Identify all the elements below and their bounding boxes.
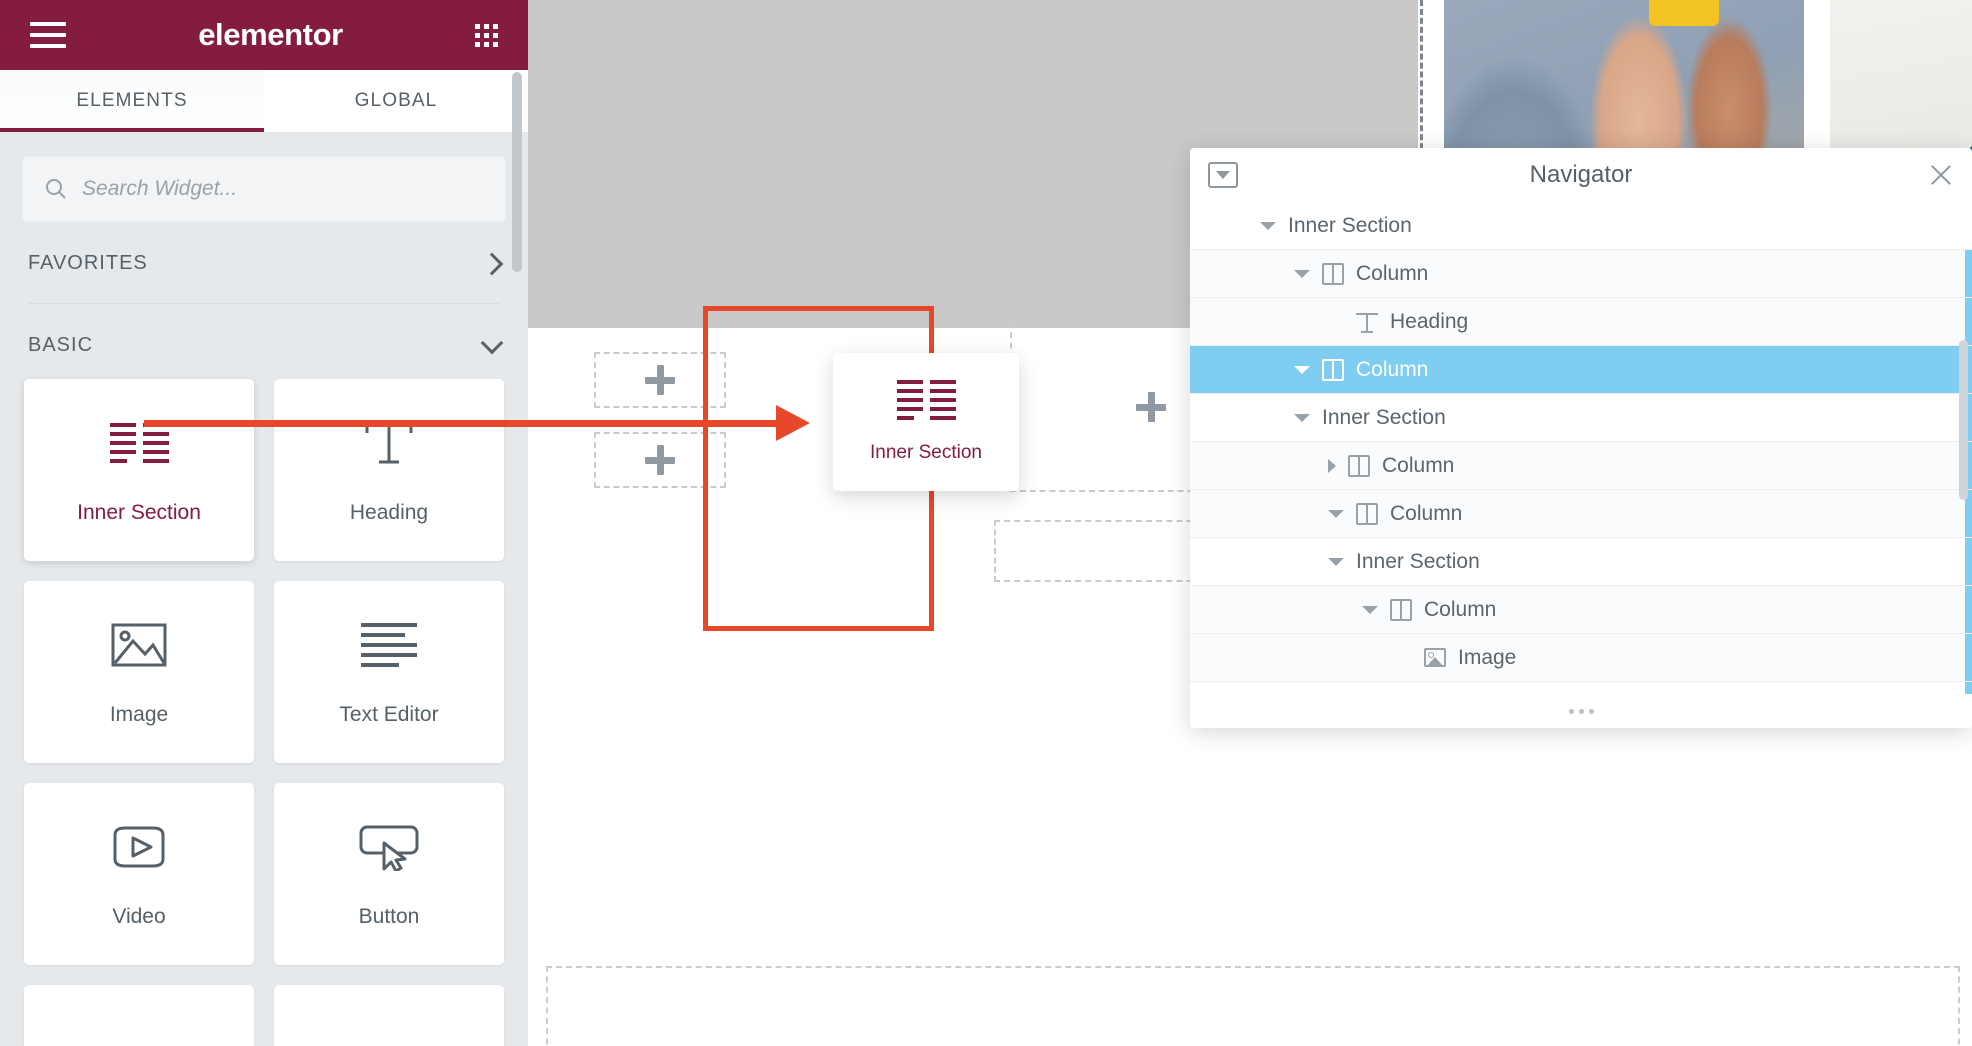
plus-icon [1136, 392, 1166, 422]
widget-label-button: Button [358, 905, 420, 928]
image-icon [1424, 648, 1446, 667]
navigator-row-label: Column [1382, 453, 1455, 477]
navigator-scrollbar[interactable] [1959, 340, 1968, 500]
widget-card-inner-section[interactable]: Inner Section [24, 379, 254, 561]
tab-global[interactable]: GLOBAL [264, 70, 528, 132]
navigator-panel: Navigator Inner Section Column Heading Colu… [1190, 148, 1972, 728]
search-widget-box[interactable] [22, 156, 506, 222]
column-icon [1356, 502, 1378, 525]
search-input[interactable] [82, 177, 484, 201]
resize-dots-icon [1568, 708, 1594, 714]
dock-toggle-icon[interactable] [1208, 162, 1238, 188]
navigator-row[interactable]: Heading [1190, 298, 1972, 346]
navigator-row-label: Heading [1390, 309, 1469, 333]
plus-icon [645, 445, 675, 475]
video-icon [109, 819, 169, 875]
navigator-row[interactable]: Column [1190, 490, 1972, 538]
search-icon [46, 179, 66, 199]
widget-card-video[interactable]: Video [24, 783, 254, 965]
panel-tabs: ELEMENTS GLOBAL [0, 70, 528, 132]
drag-ghost-inner-section[interactable]: Inner Section [833, 353, 1019, 491]
caret-down-icon[interactable] [1260, 221, 1276, 230]
navigator-row[interactable]: Column [1190, 586, 1972, 634]
text-editor-icon [361, 617, 417, 673]
caret-down-icon[interactable] [1294, 413, 1310, 422]
navigator-title: Navigator [1529, 161, 1633, 188]
widget-label-heading: Heading [349, 501, 429, 524]
navigator-row[interactable]: Inner Section [1190, 394, 1972, 442]
widget-card-image[interactable]: Image [24, 581, 254, 763]
caret-down-icon[interactable] [1294, 365, 1310, 374]
caret-down-icon[interactable] [1328, 509, 1344, 518]
navigator-row-label: Inner Section [1356, 549, 1480, 573]
heading-icon [1356, 311, 1378, 333]
elementor-logo: elementor [198, 17, 343, 52]
category-basic-label: BASIC [28, 334, 94, 356]
inner-section-icon [896, 380, 956, 420]
widget-label-text-editor: Text Editor [339, 703, 439, 726]
navigator-row-label: Inner Section [1390, 694, 1514, 695]
caret-right-icon[interactable] [1328, 458, 1336, 473]
navigator-row-label: Column [1390, 501, 1463, 525]
navigator-row[interactable]: Column [1190, 346, 1972, 394]
annotation-arrow-tail [144, 420, 784, 427]
column-icon [1348, 454, 1370, 477]
widget-label-image: Image [109, 703, 169, 726]
widget-card-partial-left[interactable] [24, 985, 254, 1046]
chevron-right-icon [480, 252, 504, 275]
caret-down-icon[interactable] [1294, 269, 1310, 278]
widget-card-heading[interactable]: Heading [274, 379, 504, 561]
navigator-row-edge-indicator [1965, 298, 1972, 345]
button-icon [358, 819, 420, 875]
widget-card-partial-right[interactable] [274, 985, 504, 1046]
panel-body: FAVORITES BASIC Inner S [0, 132, 528, 1046]
chevron-down-icon [480, 331, 504, 354]
navigator-row-label: Column [1356, 357, 1429, 381]
navigator-header: Navigator [1190, 148, 1972, 202]
canvas-bottom-section[interactable] [546, 966, 1960, 1046]
widget-card-button[interactable]: Button [274, 783, 504, 965]
widget-label-video: Video [112, 905, 166, 928]
navigator-row[interactable]: Column [1190, 250, 1972, 298]
category-favorites-label: FAVORITES [28, 252, 148, 274]
grid-apps-icon[interactable] [475, 23, 498, 47]
widget-card-text-editor[interactable]: Text Editor [274, 581, 504, 763]
close-icon[interactable] [1928, 162, 1954, 188]
panel-header: elementor [0, 0, 528, 70]
navigator-row[interactable]: Column [1190, 442, 1972, 490]
navigator-row-edge-indicator [1965, 586, 1972, 633]
navigator-row-label: Image [1458, 645, 1517, 669]
navigator-row[interactable]: Inner Section [1190, 202, 1972, 250]
navigator-row-edge-indicator [1965, 538, 1972, 585]
column-icon [1390, 598, 1412, 621]
column-icon [1322, 262, 1344, 285]
navigator-row[interactable]: Image [1190, 634, 1972, 682]
navigator-row-label: Column [1356, 261, 1429, 285]
navigator-row[interactable]: Inner Section [1190, 682, 1972, 694]
widget-label-inner-section: Inner Section [77, 501, 201, 524]
navigator-row-label: Inner Section [1322, 405, 1446, 429]
widget-grid: Inner Section Heading Image Text Editor … [22, 379, 506, 1046]
caret-down-icon[interactable] [1362, 605, 1378, 614]
category-favorites[interactable]: FAVORITES [22, 222, 506, 303]
elementor-editor: elementor ELEMENTS GLOBAL FAVORITES [0, 0, 1972, 1046]
navigator-tree: Inner Section Column Heading Column Inner Se… [1190, 202, 1972, 694]
caret-down-icon[interactable] [1328, 557, 1344, 566]
navigator-row-edge-indicator [1965, 634, 1972, 681]
navigator-row[interactable]: Inner Section [1190, 538, 1972, 586]
navigator-row-edge-indicator [1965, 682, 1972, 694]
navigator-row-edge-indicator [1965, 250, 1972, 297]
navigator-row-label: Column [1424, 597, 1497, 621]
tab-elements[interactable]: ELEMENTS [0, 70, 264, 132]
hamburger-icon[interactable] [30, 22, 66, 48]
image-icon [111, 617, 167, 673]
navigator-row-label: Inner Section [1288, 213, 1412, 237]
navigator-resize-handle[interactable] [1190, 694, 1972, 728]
editor-left-panel: elementor ELEMENTS GLOBAL FAVORITES [0, 0, 528, 1046]
drag-ghost-label: Inner Section [870, 442, 982, 463]
category-basic[interactable]: BASIC [22, 304, 506, 385]
column-icon [1322, 358, 1344, 381]
plus-icon [645, 365, 675, 395]
panel-scrollbar[interactable] [512, 72, 522, 272]
